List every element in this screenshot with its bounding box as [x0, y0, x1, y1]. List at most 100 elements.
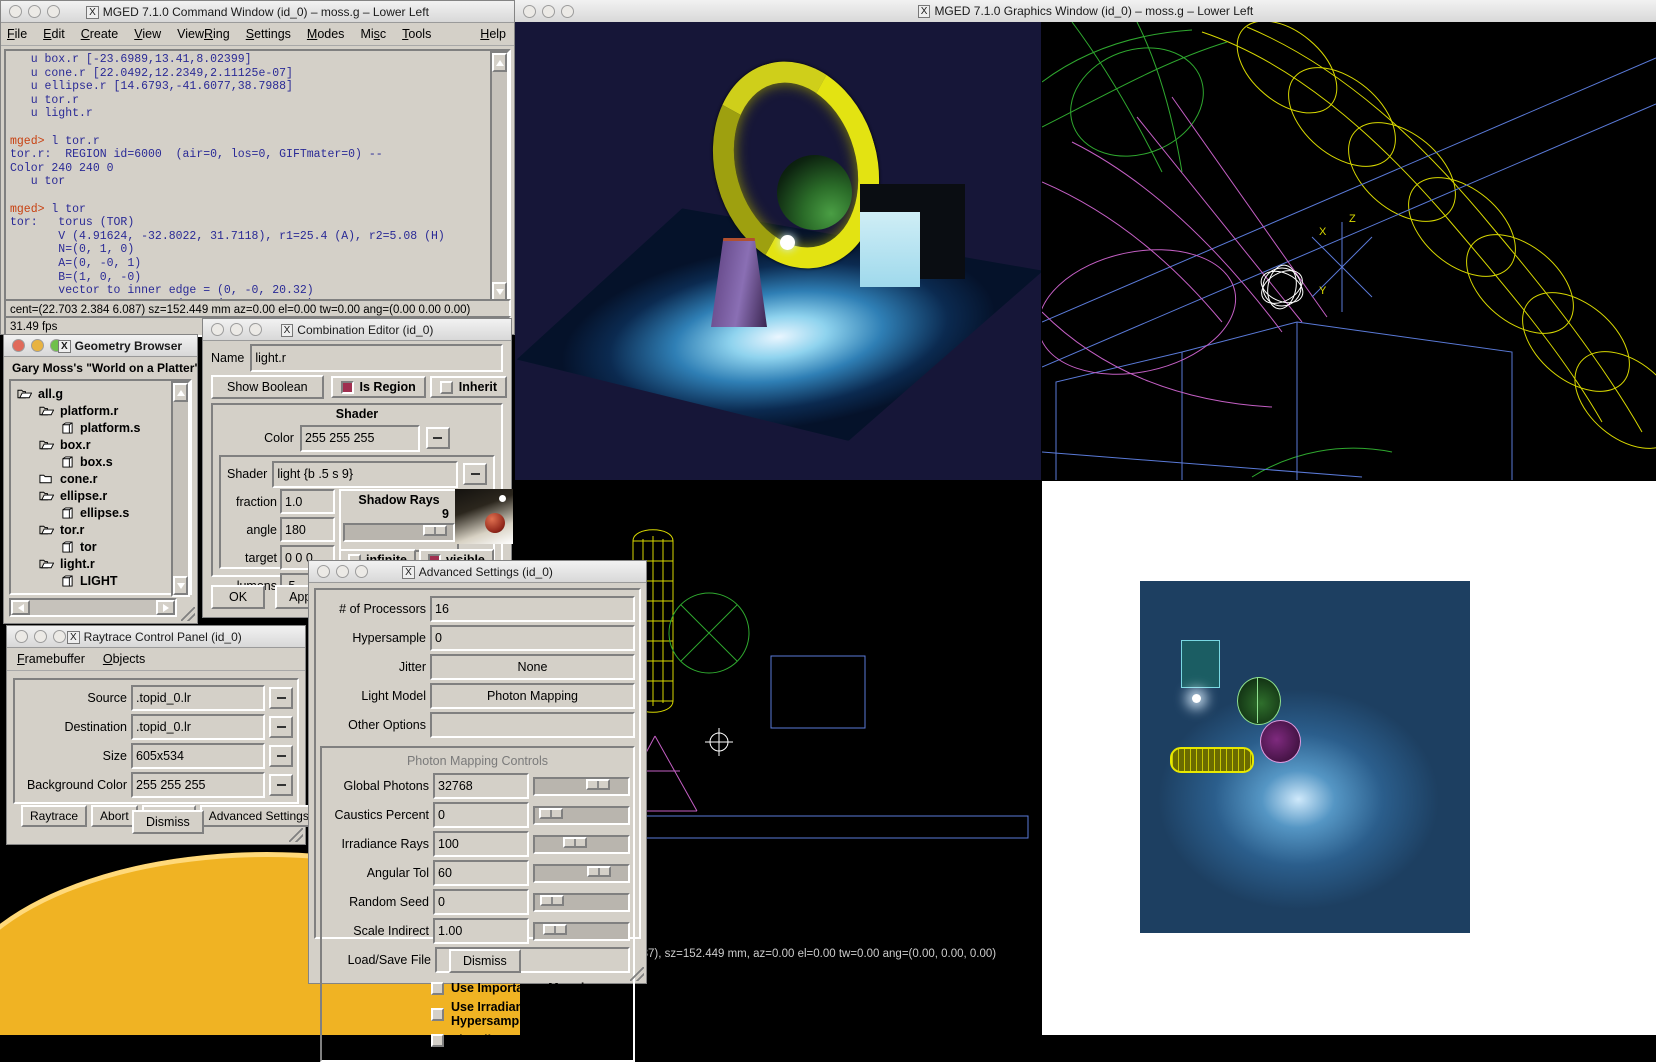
resize-grip[interactable]: [289, 828, 303, 842]
photon-row-slider[interactable]: [533, 893, 630, 912]
ok-button[interactable]: OK: [211, 585, 265, 609]
raytrace-panel-titlebar[interactable]: XRaytrace Control Panel (id_0): [7, 626, 305, 648]
inherit-checkbox[interactable]: [440, 381, 453, 394]
menu-file[interactable]: File: [7, 27, 27, 41]
shader-dropdown-icon[interactable]: [463, 463, 487, 485]
photon-row-input[interactable]: 60: [433, 860, 529, 886]
console-area[interactable]: u box.r [-23.6989,13.41,8.02399] u cone.…: [4, 49, 511, 301]
tree-item-cone-r[interactable]: cone.r: [13, 470, 169, 487]
photon-row-input[interactable]: 0: [433, 802, 529, 828]
menu-modes[interactable]: Modes: [307, 27, 345, 41]
menu-edit[interactable]: Edit: [43, 27, 65, 41]
tree-item-platform-s[interactable]: platform.s: [13, 419, 169, 436]
menu-objects[interactable]: Objects: [103, 652, 145, 666]
tree-item-ellipse-r[interactable]: ellipse.r: [13, 487, 169, 504]
command-window[interactable]: XMGED 7.1.0 Command Window (id_0) – moss…: [0, 0, 515, 335]
photon-row-slider[interactable]: [533, 922, 630, 941]
tree-item-tor[interactable]: tor: [13, 538, 169, 555]
window-controls[interactable]: [4, 339, 63, 352]
menu-view[interactable]: View: [134, 27, 161, 41]
minimize-button[interactable]: [28, 5, 41, 18]
window-controls[interactable]: [1, 5, 60, 18]
advanced-dismiss-button[interactable]: Dismiss: [449, 949, 521, 973]
raytrace-button[interactable]: Raytrace: [21, 805, 87, 827]
slider-thumb[interactable]: [543, 924, 567, 935]
field-input[interactable]: 180: [280, 517, 335, 542]
color-input[interactable]: 255 255 255: [300, 425, 420, 452]
minimize-button[interactable]: [34, 630, 47, 643]
advanced-checkbox-row[interactable]: Visualize Irradiance Cache: [431, 1033, 630, 1047]
graphics-window[interactable]: XMGED 7.1.0 Graphics Window (id_0) – mos…: [515, 0, 1656, 1035]
abort-button[interactable]: Abort: [91, 805, 138, 827]
raytrace-row-input[interactable]: .topid_0.lr: [131, 685, 265, 711]
advanced-checkbox-row[interactable]: Use Importance Mapping: [431, 981, 630, 995]
name-input[interactable]: light.r: [250, 344, 503, 372]
advanced-row-input[interactable]: 16: [430, 596, 635, 622]
close-button[interactable]: [523, 5, 536, 18]
photon-row-input[interactable]: 100: [433, 831, 529, 857]
show-boolean-button[interactable]: Show Boolean: [211, 375, 324, 399]
viewport-upper-right[interactable]: X Y Z: [1042, 22, 1656, 480]
window-controls[interactable]: [515, 5, 574, 18]
tree-item-ellipse-s[interactable]: ellipse.s: [13, 504, 169, 521]
shadow-rays-slider[interactable]: [343, 523, 455, 542]
menu-help[interactable]: Help: [480, 27, 506, 41]
resize-grip[interactable]: [181, 607, 195, 621]
maximize-button[interactable]: [561, 5, 574, 18]
menu-framebuffer[interactable]: Framebuffer: [17, 652, 85, 666]
raytrace-row-input[interactable]: 605x534: [131, 743, 265, 769]
menu-tools[interactable]: Tools: [402, 27, 431, 41]
raytrace-row-input[interactable]: 255 255 255: [131, 772, 265, 798]
photon-row-input[interactable]: 0: [433, 889, 529, 915]
close-button[interactable]: [12, 339, 25, 352]
scroll-right-button[interactable]: [156, 600, 175, 615]
resize-grip[interactable]: [630, 967, 644, 981]
minimize-button[interactable]: [542, 5, 555, 18]
photon-row-input[interactable]: 32768: [433, 773, 529, 799]
close-button[interactable]: [211, 323, 224, 336]
photon-row-input[interactable]: 1.00: [433, 918, 529, 944]
inherit-toggle[interactable]: Inherit: [430, 376, 507, 398]
combination-editor-titlebar[interactable]: XCombination Editor (id_0): [203, 319, 511, 341]
maximize-button[interactable]: [355, 565, 368, 578]
geometry-browser-window[interactable]: XGeometry Browser Gary Moss's "World on …: [3, 334, 198, 624]
scroll-left-button[interactable]: [11, 600, 30, 615]
advanced-settings-titlebar[interactable]: XAdvanced Settings (id_0): [309, 561, 646, 583]
tree-item-box-r[interactable]: box.r: [13, 436, 169, 453]
slider-thumb[interactable]: [587, 866, 611, 877]
slider-thumb[interactable]: [540, 895, 564, 906]
shader-input[interactable]: light {b .5 s 9}: [272, 461, 458, 488]
advanced-settings-window[interactable]: XAdvanced Settings (id_0) # of Processor…: [308, 560, 647, 984]
console-vscrollbar[interactable]: [490, 51, 509, 303]
raytrace-row-input[interactable]: .topid_0.lr: [131, 714, 265, 740]
checkbox[interactable]: [431, 1034, 444, 1047]
graphics-window-titlebar[interactable]: XMGED 7.1.0 Graphics Window (id_0) – mos…: [515, 0, 1656, 23]
tree-item-tor-r[interactable]: tor.r: [13, 521, 169, 538]
tree-item-light-r[interactable]: light.r: [13, 555, 169, 572]
tree-item-box-s[interactable]: box.s: [13, 453, 169, 470]
tree-hscrollbar[interactable]: [9, 598, 177, 617]
is-region-toggle[interactable]: Is Region: [331, 376, 426, 398]
raytrace-control-panel-window[interactable]: XRaytrace Control Panel (id_0) Framebuff…: [6, 625, 306, 845]
tree-item-light[interactable]: LIGHT: [13, 572, 169, 589]
photon-row-slider[interactable]: [533, 864, 630, 883]
dropdown-icon[interactable]: [269, 687, 293, 709]
viewport-upper-left[interactable]: [515, 22, 1041, 480]
geometry-tree-area[interactable]: all.gplatform.rplatform.sbox.rbox.scone.…: [9, 379, 192, 595]
minimize-button[interactable]: [336, 565, 349, 578]
window-controls[interactable]: [309, 565, 368, 578]
advanced-checkbox-row[interactable]: Use Irradiance Hypersampling Cache: [431, 1000, 630, 1028]
maximize-button[interactable]: [53, 630, 66, 643]
window-controls[interactable]: [7, 630, 66, 643]
maximize-button[interactable]: [50, 339, 63, 352]
tree-item-platform-r[interactable]: platform.r: [13, 402, 169, 419]
color-dropdown-icon[interactable]: [426, 427, 450, 449]
menu-misc[interactable]: Misc: [360, 27, 386, 41]
scroll-up-button[interactable]: [492, 53, 507, 72]
dropdown-icon[interactable]: [269, 774, 293, 796]
geometry-browser-titlebar[interactable]: XGeometry Browser: [4, 335, 197, 357]
command-window-titlebar[interactable]: XMGED 7.1.0 Command Window (id_0) – moss…: [1, 1, 514, 23]
raytrace-dismiss-button[interactable]: Dismiss: [132, 810, 204, 834]
checkbox[interactable]: [431, 982, 444, 995]
advanced-row-input[interactable]: Photon Mapping: [430, 683, 635, 709]
